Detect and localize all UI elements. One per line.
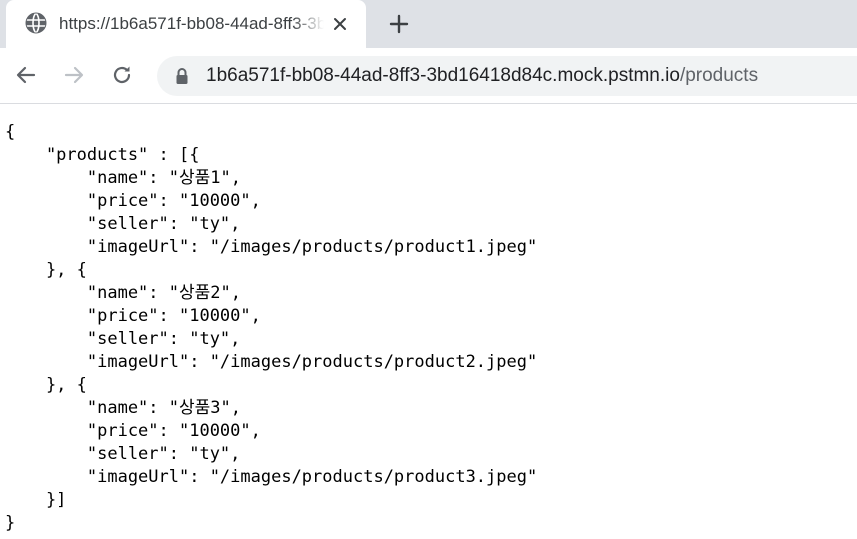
plus-icon[interactable]	[384, 9, 414, 39]
close-icon[interactable]	[328, 12, 352, 36]
json-response-body: { "products" : [{ "name": "상품1", "price"…	[5, 122, 538, 533]
browser-toolbar: 1b6a571f-bb08-44ad-8ff3-3bd16418d84c.moc…	[0, 48, 857, 104]
page-content: { "products" : [{ "name": "상품1", "price"…	[0, 104, 857, 539]
reload-icon[interactable]	[108, 61, 136, 89]
active-tab[interactable]: https://1b6a571f-bb08-44ad-8ff3-3bd16418…	[6, 0, 366, 48]
tab-strip: https://1b6a571f-bb08-44ad-8ff3-3bd16418…	[0, 0, 857, 48]
lock-icon[interactable]	[173, 67, 191, 85]
url-host: 1b6a571f-bb08-44ad-8ff3-3bd16418d84c.moc…	[206, 65, 680, 86]
address-bar[interactable]: 1b6a571f-bb08-44ad-8ff3-3bd16418d84c.moc…	[157, 56, 857, 96]
tab-title: https://1b6a571f-bb08-44ad-8ff3-3bd16418…	[59, 14, 324, 33]
url-text[interactable]: 1b6a571f-bb08-44ad-8ff3-3bd16418d84c.moc…	[206, 65, 758, 87]
globe-icon	[24, 11, 48, 35]
back-arrow-icon[interactable]	[12, 61, 40, 89]
url-path: /products	[679, 65, 759, 86]
forward-arrow-icon[interactable]	[60, 61, 88, 89]
